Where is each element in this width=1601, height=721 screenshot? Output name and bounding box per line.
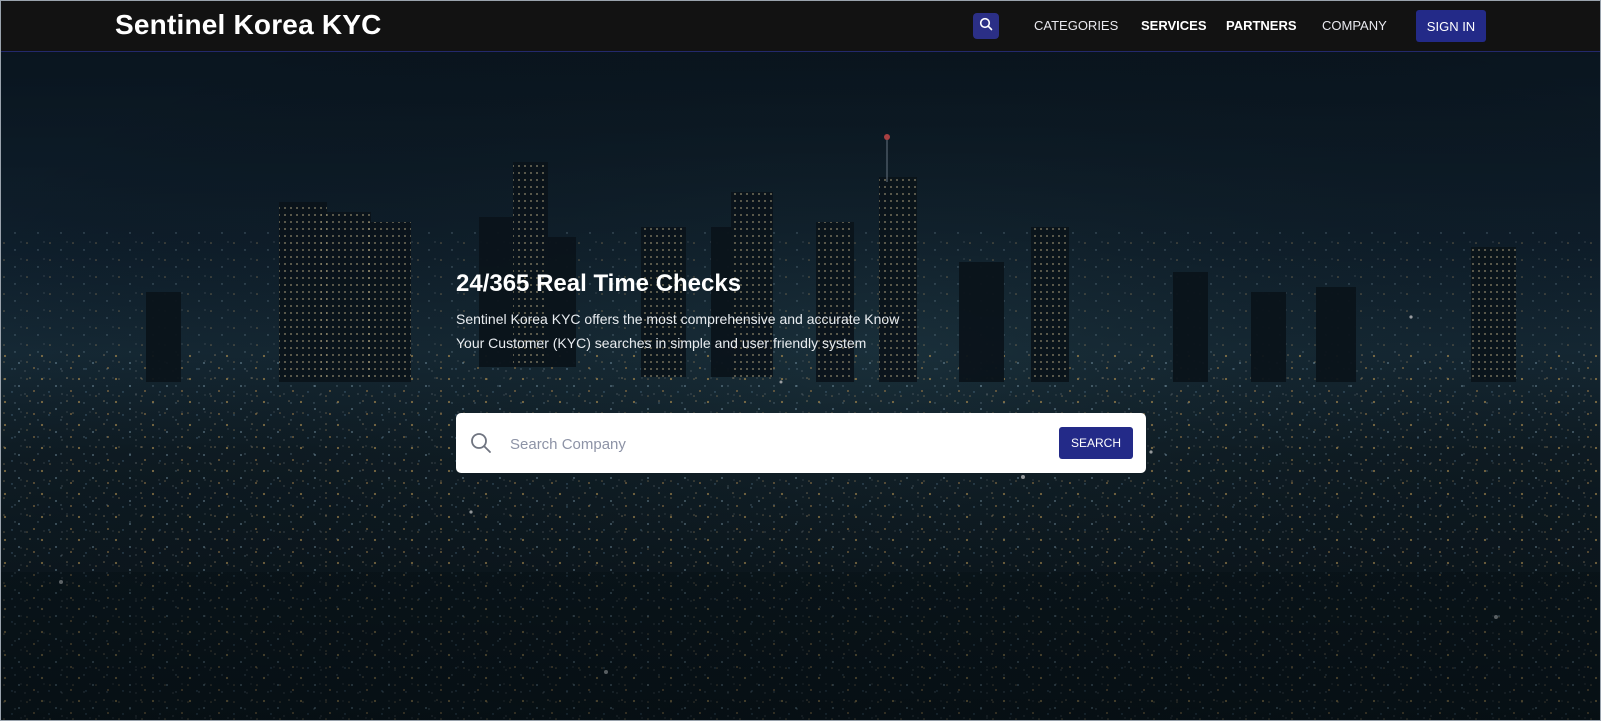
brand-logo[interactable]: Sentinel Korea KYC [115,9,382,41]
page: Sentinel Korea KYC CATEGORIES SERVICES P… [0,0,1601,721]
search-company-input[interactable] [508,425,992,463]
hero-section: 24/365 Real Time Checks Sentinel Korea K… [1,52,1600,720]
search-icon [979,17,993,36]
hero-description: Sentinel Korea KYC offers the most compr… [456,311,900,351]
search-icon [470,432,492,459]
hero-overlay [1,52,1600,720]
nav-search-button[interactable] [973,13,999,39]
sign-in-button[interactable]: SIGN IN [1416,10,1486,42]
nav-services[interactable]: SERVICES [1141,18,1207,33]
hero-title: 24/365 Real Time Checks [456,270,742,297]
nav-partners[interactable]: PARTNERS [1226,18,1297,33]
top-navbar: Sentinel Korea KYC CATEGORIES SERVICES P… [1,1,1600,52]
nav-categories[interactable]: CATEGORIES [1034,18,1118,33]
search-button[interactable]: SEARCH [1059,427,1133,459]
company-search-box: SEARCH [456,413,1146,473]
nav-company[interactable]: COMPANY [1322,18,1387,33]
